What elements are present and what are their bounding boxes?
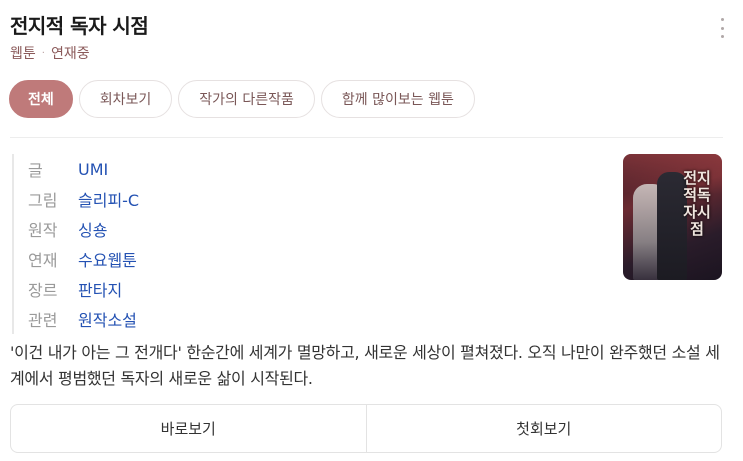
cover-image[interactable]: 전지적독자시점 — [623, 154, 722, 280]
first-episode-button[interactable]: 첫회보기 — [365, 405, 722, 452]
status-label: 연재중 — [50, 46, 90, 62]
related-link[interactable]: 원작소설 — [78, 307, 137, 331]
info-row-serial: 연재 수요웹툰 — [28, 244, 139, 274]
info-key: 그림 — [28, 191, 58, 210]
divider — [10, 137, 723, 138]
info-key: 연재 — [28, 251, 58, 270]
description: '이건 내가 아는 그 전개다' 한순간에 세계가 멸망하고, 새로운 세상이 … — [10, 343, 720, 388]
info-key: 글 — [28, 161, 43, 180]
info-list: 글 UMI 그림 슬리피-C 원작 싱숑 연재 수요웹툰 장르 판타지 관련 원… — [12, 154, 139, 334]
view-now-button[interactable]: 바로보기 — [11, 405, 366, 452]
page-title: 전지적 독자 시점 — [10, 14, 149, 38]
tab-other-works[interactable]: 작가의 다른작품 — [178, 80, 315, 118]
dot — [720, 35, 724, 38]
action-bar: 바로보기 첫회보기 — [10, 404, 722, 453]
genre-link[interactable]: 판타지 — [78, 277, 122, 301]
writer-link[interactable]: UMI — [78, 160, 108, 179]
subtitle: 웹툰 · 연재중 — [10, 43, 90, 63]
info-key: 장르 — [28, 281, 58, 300]
info-key: 원작 — [28, 221, 58, 240]
category-label: 웹툰 — [10, 46, 36, 62]
separator-dot: · — [41, 47, 45, 59]
more-options-icon[interactable] — [719, 18, 725, 38]
tab-also-viewed[interactable]: 함께 많이보는 웹툰 — [320, 80, 475, 118]
info-row-original: 원작 싱숑 — [28, 214, 139, 244]
info-row-artist: 그림 슬리피-C — [28, 184, 139, 214]
tab-bar: 전체 회차보기 작가의 다른작품 함께 많이보는 웹툰 — [9, 80, 475, 118]
serial-day-link[interactable]: 수요웹툰 — [78, 247, 137, 271]
dot — [720, 26, 724, 30]
dot — [720, 18, 724, 21]
info-row-genre: 장르 판타지 — [28, 274, 139, 304]
artist-link[interactable]: 슬리피-C — [78, 187, 139, 211]
cover-title-art: 전지적독자시점 — [683, 169, 711, 238]
tab-episodes[interactable]: 회차보기 — [78, 80, 173, 118]
info-key: 관련 — [28, 311, 58, 330]
tab-all[interactable]: 전체 — [9, 80, 73, 118]
info-row-writer: 글 UMI — [28, 154, 139, 184]
original-author-link[interactable]: 싱숑 — [78, 217, 107, 241]
info-row-related: 관련 원작소설 — [28, 304, 139, 334]
